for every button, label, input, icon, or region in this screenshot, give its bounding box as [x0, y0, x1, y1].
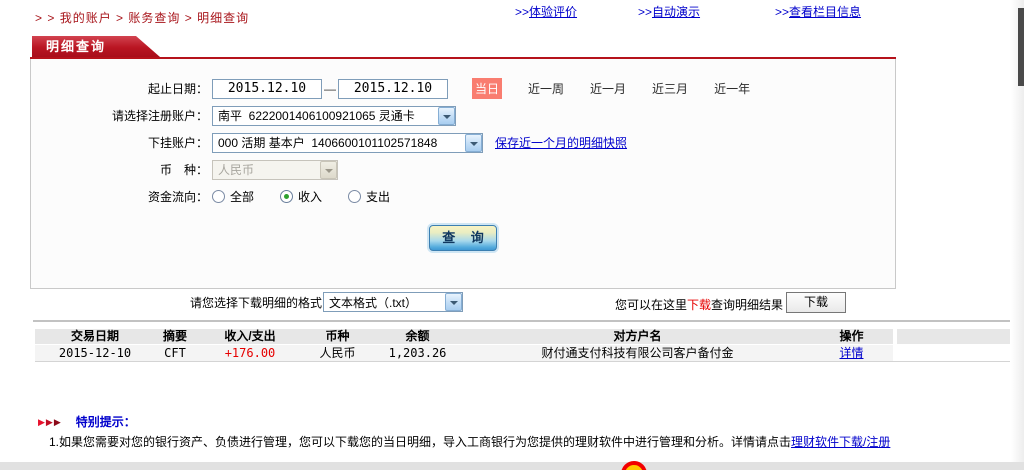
quick-range-year[interactable]: 近一年: [714, 80, 750, 97]
query-button[interactable]: 查 询: [429, 225, 497, 251]
radio-income-label[interactable]: 收入: [298, 188, 322, 205]
breadcrumb-item-detail-query[interactable]: 明细查询: [197, 11, 249, 25]
notice-text: 1.如果您需要对您的银行资产、负债进行管理，您可以下载您的当日明细，导入工商银行…: [49, 435, 791, 449]
results-table: 交易日期 摘要 收入/支出 币种 余额 对方户名 操作 2015-12-10 C…: [35, 329, 1010, 362]
register-account-select[interactable]: 南平 6222001406100921065 灵通卡: [212, 106, 456, 126]
link-prefix: >>: [775, 5, 789, 19]
download-format-value: 文本格式（.txt）: [324, 294, 445, 311]
radio-all-label[interactable]: 全部: [230, 188, 254, 205]
breadcrumb-separator: >: [180, 11, 197, 25]
date-to-input[interactable]: [338, 79, 448, 99]
query-form: 起止日期： — 当日 近一周 近一月 近三月 近一年 请选择注册账户： 南平 6…: [30, 59, 896, 289]
fund-flow-radio-group: 全部 收入 支出: [212, 188, 416, 205]
chevron-down-icon[interactable]: [438, 107, 455, 125]
download-hint-suffix: 查询明细结果: [711, 298, 783, 312]
chevron-down-icon: [320, 161, 337, 179]
header-amount: 收入/支出: [195, 329, 305, 344]
quick-range-week[interactable]: 近一周: [528, 80, 564, 97]
header-balance: 余额: [370, 329, 465, 344]
table-header-row: 交易日期 摘要 收入/支出 币种 余额 对方户名 操作: [35, 329, 1010, 344]
detail-query-panel: 明细查询 起止日期： — 当日 近一周 近一月 近三月 近一年 请选择注册账户：…: [30, 36, 896, 289]
date-range-label: 起止日期：: [31, 80, 208, 97]
breadcrumb-prefix: > >: [35, 11, 60, 25]
sub-account-value: 000 活期 基本户 1406600101102571848: [213, 134, 465, 151]
panel-tab-title: 明细查询: [32, 36, 160, 57]
radio-expense[interactable]: [348, 190, 361, 203]
scrollbar-thumb[interactable]: [1018, 8, 1024, 86]
form-row-dates: 起止日期： — 当日 近一周 近一月 近三月 近一年: [31, 75, 895, 102]
link-view-column-info[interactable]: >>查看栏目信息: [775, 3, 861, 20]
download-hint-prefix: 您可以在这里: [615, 298, 687, 312]
breadcrumb: > > 我的账户 > 账务查询 > 明细查询: [35, 9, 249, 26]
download-hint-link[interactable]: 下载: [687, 298, 711, 312]
cell-summary: CFT: [155, 345, 195, 361]
page-root: > > 我的账户 > 账务查询 > 明细查询 >>体验评价 >>自动演示 >>查…: [0, 0, 1024, 470]
radio-expense-label[interactable]: 支出: [366, 188, 390, 205]
table-row-spacer: [897, 345, 1010, 361]
detail-link[interactable]: 详情: [839, 346, 863, 360]
radio-income[interactable]: [280, 190, 293, 203]
download-format-select[interactable]: 文本格式（.txt）: [323, 292, 463, 312]
table-header-spacer: [897, 329, 1010, 344]
fund-flow-label: 资金流向：: [31, 188, 208, 205]
download-button[interactable]: 下载: [786, 292, 846, 313]
quick-range-today[interactable]: 当日: [472, 78, 502, 99]
chevron-down-icon[interactable]: [465, 134, 482, 152]
cell-amount: +176.00: [195, 345, 305, 361]
bottom-edge-strip: [0, 462, 1024, 470]
cell-counterparty: 财付通支付科技有限公司客户备付金: [465, 345, 810, 361]
header-counterparty: 对方户名: [465, 329, 810, 344]
download-format-label: 请您选择下载明细的格式: [190, 294, 322, 311]
form-row-currency: 币 种： 人民币: [31, 156, 895, 183]
date-separator: —: [322, 82, 338, 96]
triple-arrow-icon: ▶▶▶: [38, 415, 62, 429]
link-label: 查看栏目信息: [789, 5, 861, 19]
date-from-input[interactable]: [212, 79, 322, 99]
quick-range-quarter[interactable]: 近三月: [652, 80, 688, 97]
form-row-sub-account: 下挂账户： 000 活期 基本户 1406600101102571848 保存近…: [31, 129, 895, 156]
sub-account-select[interactable]: 000 活期 基本户 1406600101102571848: [212, 133, 483, 153]
quick-range-month[interactable]: 近一月: [590, 80, 626, 97]
header-action: 操作: [810, 329, 893, 344]
breadcrumb-separator: >: [112, 11, 129, 25]
breadcrumb-item-my-account[interactable]: 我的账户: [60, 11, 112, 25]
download-row: 请您选择下载明细的格式 文本格式（.txt） 您可以在这里下载查询明细结果 下载: [0, 292, 1024, 314]
chevron-down-icon[interactable]: [445, 293, 462, 311]
link-experience-rating[interactable]: >>体验评价: [515, 3, 577, 20]
link-auto-demo[interactable]: >>自动演示: [638, 3, 700, 20]
currency-select-disabled: 人民币: [212, 160, 338, 180]
link-label: 体验评价: [529, 5, 577, 19]
header-summary: 摘要: [155, 329, 195, 344]
currency-label: 币 种：: [31, 161, 208, 178]
download-hint: 您可以在这里下载查询明细结果: [615, 296, 783, 313]
breadcrumb-item-account-query[interactable]: 账务查询: [128, 11, 180, 25]
table-top-divider: [33, 320, 1010, 322]
register-account-label: 请选择注册账户：: [31, 107, 208, 124]
cell-currency: 人民币: [305, 345, 370, 361]
notice-header: ▶▶▶ 特别提示：: [38, 413, 136, 430]
link-prefix: >>: [638, 5, 652, 19]
query-button-row: 查 询: [31, 225, 895, 251]
notice-title: 特别提示：: [76, 413, 136, 430]
form-row-register-account: 请选择注册账户： 南平 6222001406100921065 灵通卡: [31, 102, 895, 129]
currency-value: 人民币: [213, 161, 320, 178]
finance-software-download-link[interactable]: 理财软件下载/注册: [791, 435, 890, 449]
table-row: 2015-12-10 CFT +176.00 人民币 1,203.26 财付通支…: [35, 345, 1010, 362]
save-monthly-snapshot-link[interactable]: 保存近一个月的明细快照: [495, 134, 627, 151]
cell-balance: 1,203.26: [370, 345, 465, 361]
download-format-group: 请您选择下载明细的格式 文本格式（.txt）: [190, 292, 463, 312]
cell-date: 2015-12-10: [35, 345, 155, 361]
register-account-value: 南平 6222001406100921065 灵通卡: [213, 107, 438, 124]
link-label: 自动演示: [652, 5, 700, 19]
header-currency: 币种: [305, 329, 370, 344]
link-prefix: >>: [515, 5, 529, 19]
sub-account-label: 下挂账户：: [31, 134, 208, 151]
notice-paragraph: 1.如果您需要对您的银行资产、负债进行管理，您可以下载您的当日明细，导入工商银行…: [35, 434, 893, 451]
header-date: 交易日期: [35, 329, 155, 344]
cell-action: 详情: [810, 345, 893, 361]
form-row-fund-flow: 资金流向： 全部 收入 支出: [31, 183, 895, 210]
radio-all[interactable]: [212, 190, 225, 203]
